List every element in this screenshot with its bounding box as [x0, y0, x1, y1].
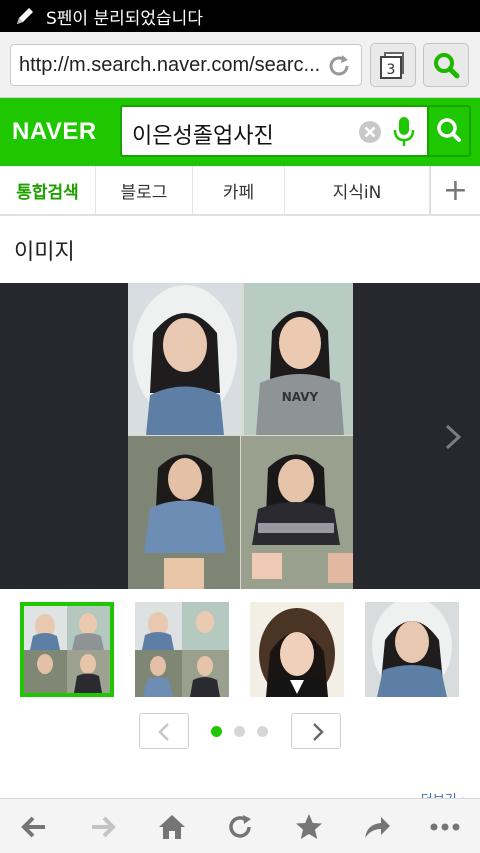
forward-arrow-icon[interactable]	[87, 811, 119, 843]
tab-blog[interactable]: 블로그	[96, 166, 193, 214]
thumbnail-strip	[0, 589, 480, 709]
star-icon[interactable]	[293, 811, 325, 843]
image-viewer: NAVY	[0, 283, 480, 589]
url-field[interactable]: http://m.search.naver.com/searc...	[10, 44, 362, 86]
pen-icon	[17, 8, 33, 24]
svg-text:NAVY: NAVY	[282, 390, 319, 404]
browser-toolbar: http://m.search.naver.com/searc... 3	[0, 32, 480, 98]
browser-bottom-bar	[0, 798, 480, 853]
more-dots-icon[interactable]	[429, 811, 461, 843]
main-image[interactable]: NAVY	[128, 283, 353, 589]
search-input[interactable]: 이은성졸업사진	[120, 105, 428, 157]
page-dot-1[interactable]	[211, 726, 222, 737]
browser-search-button[interactable]	[423, 43, 469, 87]
page-dot-2[interactable]	[234, 726, 245, 737]
url-text[interactable]: http://m.search.naver.com/searc...	[19, 54, 319, 77]
search-query[interactable]: 이은성졸업사진	[132, 118, 274, 150]
search-icon	[437, 118, 461, 142]
search-icon	[434, 53, 460, 79]
section-title: 이미지	[14, 240, 75, 265]
naver-header: NAVER 이은성졸업사진	[0, 98, 480, 166]
home-icon[interactable]	[156, 811, 188, 843]
refresh-icon[interactable]	[224, 811, 256, 843]
page-dot-3[interactable]	[257, 726, 268, 737]
tab-integrated[interactable]: 통합검색	[0, 166, 96, 214]
chevron-left-icon	[158, 723, 169, 741]
category-tabs: 통합검색 블로그 카페 지식iN +	[0, 166, 480, 216]
thumbnail-4[interactable]	[365, 602, 459, 697]
tab-cafe[interactable]: 카페	[193, 166, 285, 214]
status-notification: S펜이 분리되었습니다	[46, 8, 203, 29]
naver-logo[interactable]: NAVER	[12, 118, 97, 146]
status-bar: S펜이 분리되었습니다	[0, 0, 480, 32]
thumbnail-3[interactable]	[250, 602, 344, 697]
reload-icon[interactable]	[325, 52, 353, 80]
tab-kin[interactable]: 지식iN	[285, 166, 430, 214]
chevron-right-icon	[313, 723, 324, 741]
prev-page-button[interactable]	[139, 713, 189, 749]
tab-count: 3	[387, 62, 396, 78]
tabs-icon: 3	[380, 52, 404, 79]
thumbnail-2[interactable]	[135, 602, 229, 697]
next-page-button[interactable]	[291, 713, 341, 749]
tabs-button[interactable]: 3	[370, 43, 416, 87]
clear-icon[interactable]	[358, 120, 382, 144]
thumbnail-1[interactable]	[20, 602, 114, 697]
back-arrow-icon[interactable]	[18, 811, 50, 843]
image-pager	[0, 710, 480, 752]
add-tab-button[interactable]: +	[430, 166, 480, 214]
microphone-icon[interactable]	[392, 115, 416, 149]
share-icon[interactable]	[361, 811, 393, 843]
naver-search-button[interactable]	[427, 105, 471, 157]
chevron-right-icon[interactable]	[444, 423, 462, 451]
